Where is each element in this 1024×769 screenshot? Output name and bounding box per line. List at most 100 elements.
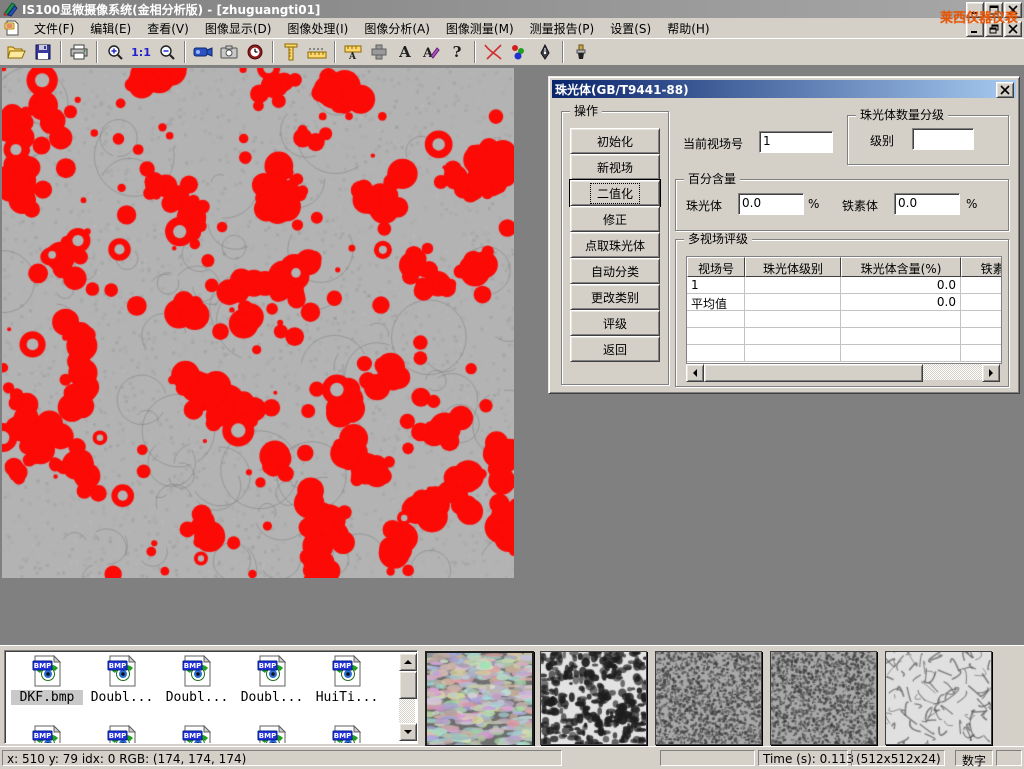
file-item[interactable]	[161, 725, 233, 744]
brush-tool-button[interactable]	[568, 40, 594, 64]
binarize-button[interactable]: 二值化	[570, 180, 660, 206]
video-capture-button[interactable]	[190, 40, 216, 64]
col-pearlite-content[interactable]: 珠光体含量(%)	[841, 257, 961, 277]
table-row[interactable]: 1 0.0	[687, 277, 1001, 294]
toolbar-separator	[96, 41, 98, 63]
menu-image-display[interactable]: 图像显示(D)	[197, 18, 280, 39]
menu-image-analysis[interactable]: 图像分析(A)	[356, 18, 438, 39]
child-restore-button[interactable]	[985, 21, 1003, 37]
auto-classify-button[interactable]: 自动分类	[570, 258, 660, 284]
thumbnail-5[interactable]	[885, 651, 992, 745]
timer-button[interactable]	[242, 40, 268, 64]
current-field-input[interactable]: 1	[759, 131, 833, 153]
grid-cross-icon	[371, 44, 387, 60]
file-browser[interactable]: DKF.bmp Doubl... Doubl... Doubl... HuiTi…	[4, 650, 418, 744]
grid-button[interactable]	[366, 40, 392, 64]
file-item[interactable]: DKF.bmp	[11, 655, 83, 705]
return-button[interactable]: 返回	[570, 336, 660, 362]
file-item[interactable]	[11, 725, 83, 744]
a-pencil-icon: A	[422, 44, 440, 60]
zoom-in-button[interactable]	[102, 40, 128, 64]
menu-image-process[interactable]: 图像处理(I)	[279, 18, 356, 39]
col-field-no[interactable]: 视场号	[687, 257, 745, 277]
text-button[interactable]: A	[392, 40, 418, 64]
thumbnail-3[interactable]	[655, 651, 762, 745]
file-item[interactable]	[311, 725, 383, 744]
help-button[interactable]: ?	[444, 40, 470, 64]
child-minimize-button[interactable]	[966, 21, 984, 37]
col-ferrite-content[interactable]: 铁素体含量(%)	[961, 257, 1002, 277]
ferrite-percent-input[interactable]: 0.0	[894, 193, 960, 215]
scroll-right-button[interactable]	[982, 364, 1000, 382]
grading-group: 珠光体数量分级 级别	[847, 115, 1009, 165]
file-item[interactable]: Doubl...	[161, 655, 233, 705]
title-bar[interactable]: IS100显微摄像系统(金相分析版) - [zhuguangti01]	[0, 0, 1024, 18]
table-horizontal-scrollbar[interactable]	[686, 364, 1000, 380]
menu-image-measure[interactable]: 图像测量(M)	[438, 18, 522, 39]
file-list-scrollbar[interactable]	[399, 653, 415, 741]
bmp-file-icon	[331, 655, 363, 687]
zoom-out-button[interactable]	[154, 40, 180, 64]
save-button[interactable]	[30, 40, 56, 64]
file-item[interactable]: Doubl...	[236, 655, 308, 705]
svg-text:A: A	[348, 52, 357, 60]
file-item[interactable]	[236, 725, 308, 744]
table-row[interactable]: 平均值 0.0	[687, 294, 1001, 311]
zoom-out-icon	[159, 44, 175, 60]
percent-group-label: 百分含量	[684, 172, 740, 186]
curve-tool-button[interactable]	[480, 40, 506, 64]
scrollbar-thumb[interactable]	[399, 671, 417, 699]
file-name-selected[interactable]: DKF.bmp	[11, 690, 83, 705]
init-button[interactable]: 初始化	[570, 128, 660, 154]
dialog-title-bar[interactable]: 珠光体(GB/T9441-88)	[552, 80, 1016, 98]
menu-settings[interactable]: 设置(S)	[602, 18, 659, 39]
file-item[interactable]	[86, 725, 158, 744]
snapshot-button[interactable]	[216, 40, 242, 64]
col-pearlite-grade[interactable]: 珠光体级别	[745, 257, 841, 277]
print-button[interactable]	[66, 40, 92, 64]
thumbnail-4[interactable]	[770, 651, 877, 745]
new-field-button[interactable]: 新视场	[570, 154, 660, 180]
scroll-up-button[interactable]	[399, 653, 417, 671]
thumbnail-1[interactable]	[425, 651, 534, 747]
bmp-file-icon	[181, 725, 213, 744]
measure-label-button[interactable]: A	[340, 40, 366, 64]
actual-size-button[interactable]: 1:1	[128, 40, 154, 64]
open-button[interactable]	[4, 40, 30, 64]
scroll-down-button[interactable]	[399, 723, 417, 741]
pen-tool-button[interactable]	[532, 40, 558, 64]
pearlite-dialog: 珠光体(GB/T9441-88) 操作 初始化 新视场 二值化 修正 点取珠光体…	[548, 76, 1020, 394]
annotate-button[interactable]: A	[418, 40, 444, 64]
micrograph-image[interactable]	[2, 68, 514, 578]
menu-file[interactable]: 文件(F)	[26, 18, 82, 39]
scroll-left-button[interactable]	[686, 364, 704, 382]
dialog-close-button[interactable]	[996, 82, 1014, 98]
file-item[interactable]: HuiTi...	[311, 655, 383, 705]
caliper-button[interactable]	[278, 40, 304, 64]
ruler-button[interactable]	[304, 40, 330, 64]
scrollbar-thumb[interactable]	[704, 364, 923, 382]
file-item[interactable]: Doubl...	[86, 655, 158, 705]
thumbnail-2[interactable]	[540, 651, 647, 745]
maximize-button[interactable]	[985, 2, 1003, 18]
minimize-button[interactable]	[966, 2, 984, 18]
count-marks-button[interactable]	[506, 40, 532, 64]
status-image-size: (512x512x24)	[851, 750, 945, 766]
menu-help[interactable]: 帮助(H)	[659, 18, 717, 39]
close-button[interactable]	[1004, 2, 1022, 18]
menu-report[interactable]: 测量报告(P)	[522, 18, 603, 39]
pick-pearlite-button[interactable]: 点取珠光体	[570, 232, 660, 258]
child-close-button[interactable]	[1004, 21, 1022, 37]
change-class-button[interactable]: 更改类别	[570, 284, 660, 310]
correct-button[interactable]: 修正	[570, 206, 660, 232]
grade-level-input[interactable]	[912, 128, 974, 150]
pearlite-percent-input[interactable]: 0.0	[738, 193, 804, 215]
menu-view[interactable]: 查看(V)	[139, 18, 197, 39]
grade-button[interactable]: 评级	[570, 310, 660, 336]
menu-edit[interactable]: 编辑(E)	[82, 18, 139, 39]
bmp-file-icon	[181, 655, 213, 687]
pearlite-percent-sign: %	[808, 197, 819, 211]
bmp-file-icon	[256, 725, 288, 744]
multi-field-table[interactable]: 视场号 珠光体级别 珠光体含量(%) 铁素体含量(%) 1 0.0 平均值 0.…	[686, 256, 1002, 364]
table-row-empty	[687, 328, 1001, 345]
